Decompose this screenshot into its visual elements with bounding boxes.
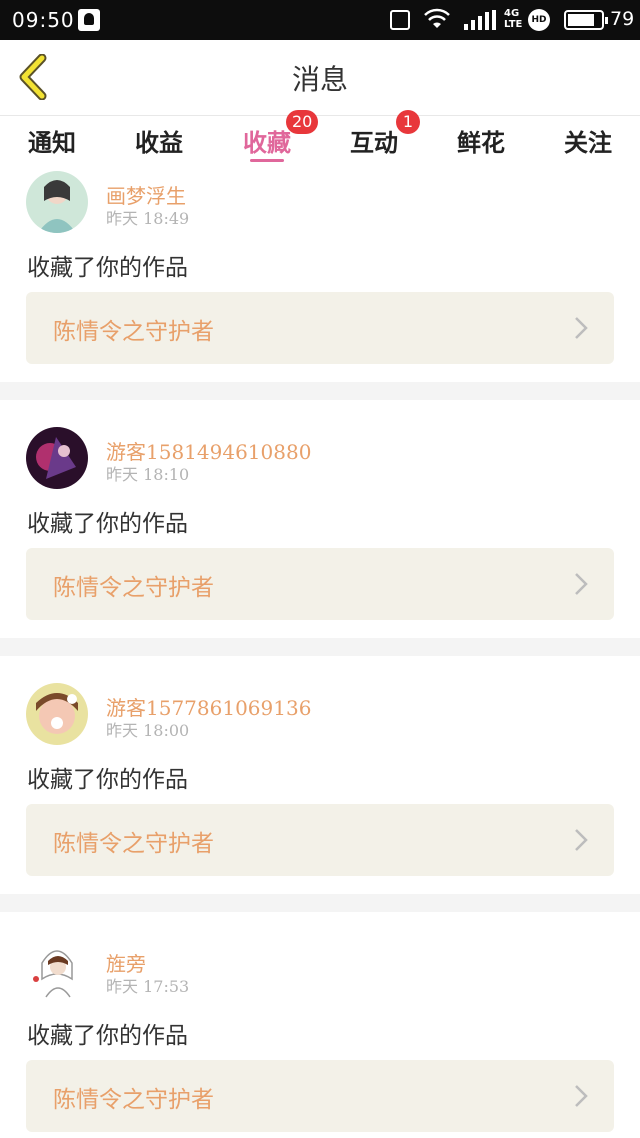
- chevron-right-icon: [575, 829, 588, 851]
- work-title: 陈情令之守护者: [53, 319, 214, 345]
- list-item: 画梦浮生 昨天 18:49 收藏了你的作品 陈情令之守护者: [0, 167, 640, 382]
- timestamp: 昨天 18:00: [106, 721, 190, 740]
- action-text: 收藏了你的作品: [27, 1023, 188, 1049]
- tab-earnings[interactable]: 收益: [109, 123, 209, 158]
- timestamp: 昨天 17:53: [106, 977, 190, 996]
- work-title: 陈情令之守护者: [53, 1087, 214, 1113]
- work-link[interactable]: 陈情令之守护者: [26, 548, 614, 620]
- active-tab-indicator: [250, 159, 284, 162]
- tab-bar: 通知 收益 收藏 20 互动 1 鲜花 关注: [0, 110, 640, 167]
- work-link[interactable]: 陈情令之守护者: [26, 1060, 614, 1132]
- list-item: 游客1577861069136 昨天 18:00 收藏了你的作品 陈情令之守护者: [0, 656, 640, 894]
- avatar[interactable]: [26, 427, 88, 489]
- status-bar: 09:50 4G LTE HD 79: [0, 0, 640, 40]
- divider: [0, 638, 640, 656]
- battery-icon: [564, 10, 608, 30]
- page-title: 消息: [291, 63, 348, 96]
- timestamp: 昨天 18:10: [106, 465, 190, 484]
- divider: [0, 894, 640, 912]
- list-item: 旌旁 昨天 17:53 收藏了你的作品 陈情令之守护者: [0, 912, 640, 1138]
- chevron-right-icon: [575, 1085, 588, 1107]
- work-title: 陈情令之守护者: [53, 575, 214, 601]
- interaction-badge: 1: [396, 110, 420, 134]
- work-link[interactable]: 陈情令之守护者: [26, 292, 614, 364]
- action-text: 收藏了你的作品: [27, 255, 188, 281]
- action-text: 收藏了你的作品: [27, 511, 188, 537]
- divider: [0, 382, 640, 400]
- favorites-badge: 20: [286, 110, 319, 134]
- network-type: 4G LTE: [504, 8, 523, 30]
- status-time: 09:50: [12, 8, 75, 32]
- timestamp: 昨天 18:49: [106, 209, 190, 228]
- hd-icon: HD: [528, 9, 550, 31]
- notification-icon: [78, 9, 100, 31]
- tab-notice[interactable]: 通知: [2, 123, 102, 158]
- wifi-icon: [424, 8, 450, 28]
- list-item: 游客1581494610880 昨天 18:10 收藏了你的作品 陈情令之守护者: [0, 400, 640, 638]
- chevron-right-icon: [575, 573, 588, 595]
- tab-follow[interactable]: 关注: [538, 123, 638, 158]
- battery-level: 79: [610, 8, 635, 30]
- work-link[interactable]: 陈情令之守护者: [26, 804, 614, 876]
- action-text: 收藏了你的作品: [27, 767, 188, 793]
- signal-icon: [464, 10, 496, 30]
- avatar[interactable]: [26, 683, 88, 745]
- vibrate-icon: [390, 10, 410, 30]
- avatar[interactable]: [26, 171, 88, 233]
- work-title: 陈情令之守护者: [53, 831, 214, 857]
- header: 消息: [0, 40, 640, 116]
- avatar[interactable]: [26, 939, 88, 1001]
- chevron-right-icon: [575, 317, 588, 339]
- tab-flowers[interactable]: 鲜花: [431, 123, 531, 158]
